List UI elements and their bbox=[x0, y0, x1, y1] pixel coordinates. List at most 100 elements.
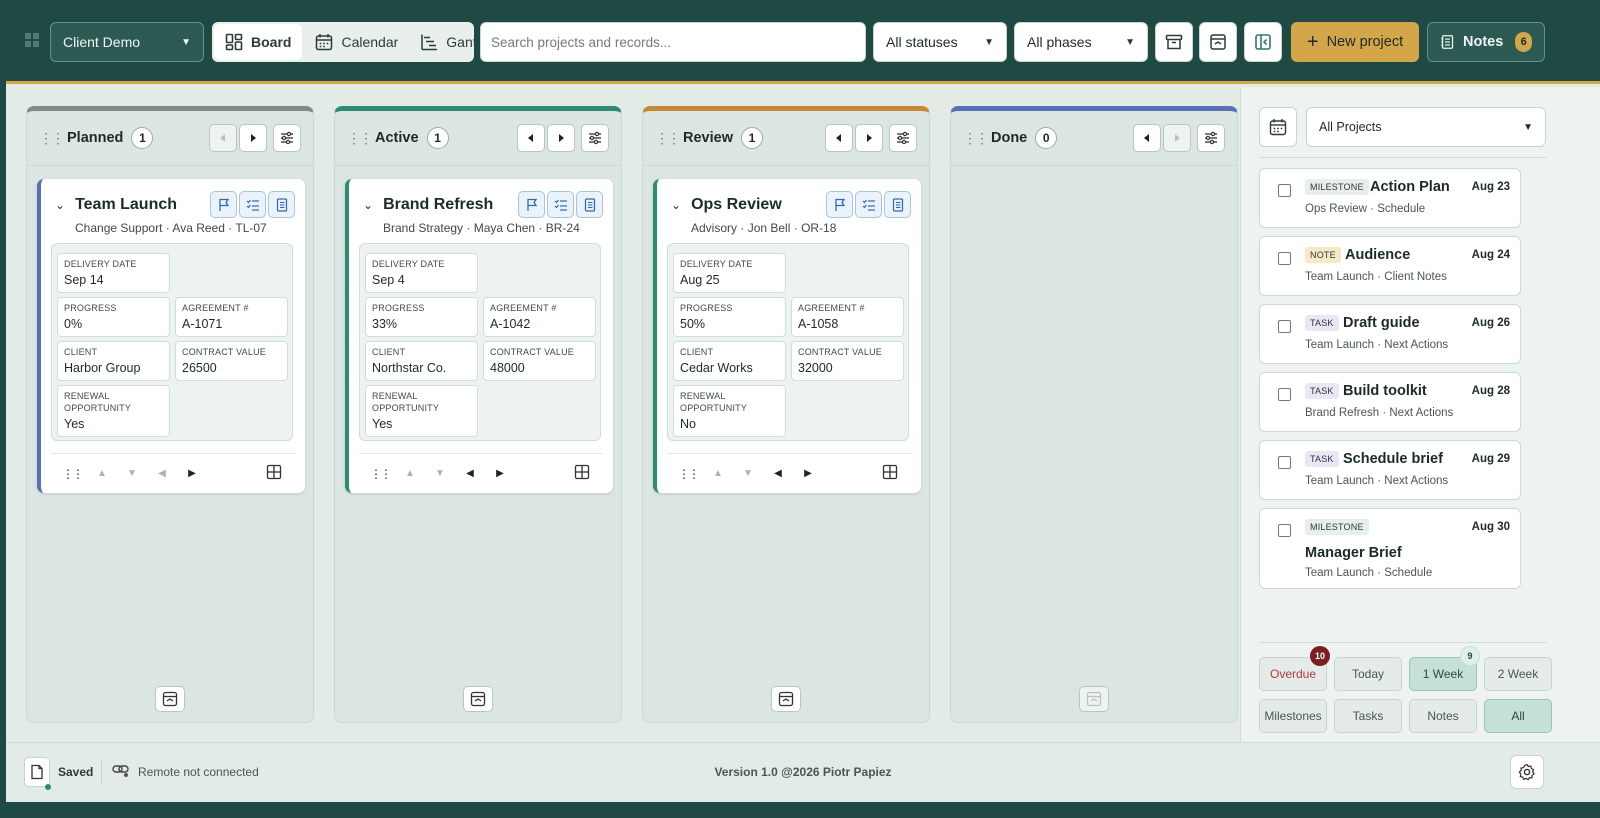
new-project-button[interactable]: + New project bbox=[1291, 22, 1419, 62]
drag-handle-icon[interactable]: ⋮⋮ bbox=[673, 467, 703, 481]
chevron-down-icon[interactable]: ⌄ bbox=[363, 198, 373, 212]
status-filter-select[interactable]: All statuses ▼ bbox=[873, 22, 1007, 62]
field-client[interactable]: CLIENT Harbor Group bbox=[57, 341, 170, 381]
agenda-item[interactable]: MILESTONE Action Plan Ops Review · Sched… bbox=[1259, 168, 1521, 228]
move-right-button[interactable] bbox=[855, 124, 883, 152]
agenda-item[interactable]: NOTE Audience Team Launch · Client Notes… bbox=[1259, 236, 1521, 296]
agenda-item[interactable]: TASK Build toolkit Brand Refresh · Next … bbox=[1259, 372, 1521, 432]
field-progress[interactable]: PROGRESS 50% bbox=[673, 297, 786, 337]
filter-overdue[interactable]: Overdue 10 bbox=[1259, 646, 1330, 691]
search-input[interactable] bbox=[480, 22, 866, 62]
notes-button[interactable] bbox=[268, 191, 295, 218]
column-archive-button[interactable] bbox=[155, 686, 185, 712]
chevron-down-icon[interactable]: ⌄ bbox=[671, 198, 681, 212]
filter-notes[interactable]: Notes bbox=[1409, 699, 1477, 733]
field-agreement[interactable]: AGREEMENT # A-1042 bbox=[483, 297, 596, 337]
tab-gantt[interactable]: Gantt bbox=[409, 22, 474, 62]
column-archive-button[interactable] bbox=[463, 686, 493, 712]
move-down-icon[interactable]: ▼ bbox=[117, 468, 147, 479]
field-delivery-date[interactable]: DELIVERY DATE Sep 4 bbox=[365, 253, 478, 293]
column-archive-button[interactable] bbox=[1079, 686, 1109, 712]
move-right-button[interactable] bbox=[239, 124, 267, 152]
grid-icon[interactable] bbox=[567, 464, 597, 483]
move-right-button[interactable] bbox=[1163, 124, 1191, 152]
item-checkbox[interactable] bbox=[1278, 252, 1291, 265]
move-right-button[interactable] bbox=[547, 124, 575, 152]
column-settings-button[interactable] bbox=[1197, 124, 1225, 152]
filter-tasks[interactable]: Tasks bbox=[1334, 699, 1402, 733]
field-client[interactable]: CLIENT Cedar Works bbox=[673, 341, 786, 381]
move-right-icon[interactable]: ▶ bbox=[177, 468, 207, 479]
move-left-button[interactable] bbox=[517, 124, 545, 152]
field-delivery-date[interactable]: DELIVERY DATE Sep 14 bbox=[57, 253, 170, 293]
move-left-icon[interactable]: ◀ bbox=[455, 468, 485, 479]
column-archive-button[interactable] bbox=[771, 686, 801, 712]
item-checkbox[interactable] bbox=[1278, 524, 1291, 537]
item-checkbox[interactable] bbox=[1278, 184, 1291, 197]
field-client[interactable]: CLIENT Northstar Co. bbox=[365, 341, 478, 381]
field-renewal[interactable]: RENEWAL OPPORTUNITY No bbox=[673, 385, 786, 437]
settings-button[interactable] bbox=[1510, 755, 1544, 789]
chevron-down-icon[interactable]: ⌄ bbox=[55, 198, 65, 212]
project-filter-select[interactable]: All Projects ▼ bbox=[1306, 107, 1546, 147]
agenda-item[interactable]: TASK Schedule brief Team Launch · Next A… bbox=[1259, 440, 1521, 500]
move-left-button[interactable] bbox=[825, 124, 853, 152]
drag-handle-icon[interactable]: ⋮⋮ bbox=[347, 130, 373, 147]
milestone-button[interactable] bbox=[210, 191, 237, 218]
move-left-button[interactable] bbox=[209, 124, 237, 152]
notes-button[interactable]: Notes 6 bbox=[1427, 22, 1545, 62]
field-progress[interactable]: PROGRESS 0% bbox=[57, 297, 170, 337]
field-renewal[interactable]: RENEWAL OPPORTUNITY Yes bbox=[57, 385, 170, 437]
filter-today[interactable]: Today bbox=[1334, 657, 1402, 691]
column-settings-button[interactable] bbox=[581, 124, 609, 152]
agenda-item[interactable]: TASK Draft guide Team Launch · Next Acti… bbox=[1259, 304, 1521, 364]
client-select[interactable]: Client Demo ▼ bbox=[50, 22, 204, 62]
column-settings-button[interactable] bbox=[273, 124, 301, 152]
move-left-icon[interactable]: ◀ bbox=[147, 468, 177, 479]
drag-handle-icon[interactable]: ⋮⋮ bbox=[365, 467, 395, 481]
grid-icon[interactable] bbox=[259, 464, 289, 483]
column-settings-button[interactable] bbox=[889, 124, 917, 152]
notes-button[interactable] bbox=[576, 191, 603, 218]
project-card[interactable]: ⌄ Team Launch Change Support · Ava Reed … bbox=[37, 179, 305, 493]
archive-button[interactable] bbox=[1155, 22, 1193, 62]
move-right-icon[interactable]: ▶ bbox=[485, 468, 515, 479]
move-down-icon[interactable]: ▼ bbox=[733, 468, 763, 479]
filter-all[interactable]: All bbox=[1484, 699, 1552, 733]
calendar-button[interactable] bbox=[1259, 107, 1297, 147]
move-left-button[interactable] bbox=[1133, 124, 1161, 152]
move-up-icon[interactable]: ▲ bbox=[87, 468, 117, 479]
filter-2-week[interactable]: 2 Week bbox=[1484, 657, 1552, 691]
drag-handle-icon[interactable]: ⋮⋮ bbox=[39, 130, 65, 147]
field-agreement[interactable]: AGREEMENT # A-1071 bbox=[175, 297, 288, 337]
item-checkbox[interactable] bbox=[1278, 388, 1291, 401]
tasks-button[interactable] bbox=[239, 191, 266, 218]
notes-button[interactable] bbox=[884, 191, 911, 218]
milestone-button[interactable] bbox=[826, 191, 853, 218]
item-checkbox[interactable] bbox=[1278, 456, 1291, 469]
filter-milestones[interactable]: Milestones bbox=[1259, 699, 1327, 733]
drag-handle-icon[interactable]: ⋮⋮ bbox=[655, 130, 681, 147]
project-card[interactable]: ⌄ Ops Review Advisory · Jon Bell · OR-18… bbox=[653, 179, 921, 493]
milestone-button[interactable] bbox=[518, 191, 545, 218]
grid-icon[interactable] bbox=[875, 464, 905, 483]
move-right-icon[interactable]: ▶ bbox=[793, 468, 823, 479]
field-contract-value[interactable]: CONTRACT VALUE 26500 bbox=[175, 341, 288, 381]
collapse-all-button[interactable] bbox=[1199, 22, 1237, 62]
move-down-icon[interactable]: ▼ bbox=[425, 468, 455, 479]
apps-grid-icon[interactable] bbox=[24, 32, 40, 53]
field-delivery-date[interactable]: DELIVERY DATE Aug 25 bbox=[673, 253, 786, 293]
field-renewal[interactable]: RENEWAL OPPORTUNITY Yes bbox=[365, 385, 478, 437]
agenda-item[interactable]: MILESTONE Manager Brief Team Launch · Sc… bbox=[1259, 508, 1521, 589]
phase-filter-select[interactable]: All phases ▼ bbox=[1014, 22, 1148, 62]
drag-handle-icon[interactable]: ⋮⋮ bbox=[57, 467, 87, 481]
field-progress[interactable]: PROGRESS 33% bbox=[365, 297, 478, 337]
move-up-icon[interactable]: ▲ bbox=[395, 468, 425, 479]
filter-1-week[interactable]: 1 Week 9 bbox=[1409, 646, 1480, 691]
field-contract-value[interactable]: CONTRACT VALUE 32000 bbox=[791, 341, 904, 381]
field-agreement[interactable]: AGREEMENT # A-1058 bbox=[791, 297, 904, 337]
tasks-button[interactable] bbox=[855, 191, 882, 218]
toggle-sidebar-button[interactable] bbox=[1244, 22, 1282, 62]
move-up-icon[interactable]: ▲ bbox=[703, 468, 733, 479]
move-left-icon[interactable]: ◀ bbox=[763, 468, 793, 479]
